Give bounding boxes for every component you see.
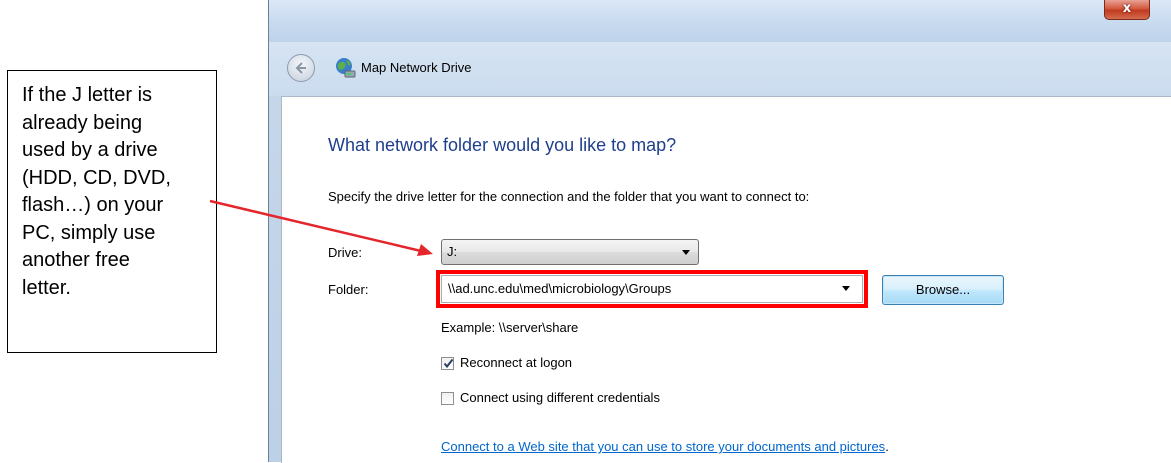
instructions-text: Specify the drive letter for the connect…: [328, 189, 810, 204]
close-button[interactable]: x: [1104, 0, 1150, 20]
map-network-drive-window: x Map Network Drive What network folder …: [268, 0, 1171, 463]
reconnect-checkbox[interactable]: [441, 357, 454, 370]
credentials-label[interactable]: Connect using different credentials: [460, 390, 660, 405]
checkmark-icon: [443, 358, 454, 369]
annotation-line: another free: [22, 249, 130, 271]
reconnect-label[interactable]: Reconnect at logon: [460, 355, 572, 370]
credentials-checkbox[interactable]: [441, 392, 454, 405]
network-drive-icon: [336, 58, 356, 78]
folder-value: \\ad.unc.edu\med\microbiology\Groups: [448, 281, 672, 296]
annotation-line: already being: [22, 111, 143, 134]
chevron-down-icon[interactable]: [842, 286, 850, 291]
back-arrow-icon: [295, 62, 306, 74]
browse-button[interactable]: Browse...: [882, 275, 1004, 305]
annotation-callout: If the J letter is already being used by…: [7, 70, 217, 353]
dialog-heading: What network folder would you like to ma…: [328, 135, 677, 155]
chevron-down-icon: [682, 250, 690, 255]
folder-label: Folder:: [328, 282, 369, 297]
window-title: Map Network Drive: [361, 60, 472, 75]
drive-select[interactable]: J:: [441, 239, 699, 265]
example-text: Example: \\server\share: [441, 320, 579, 335]
annotation-line: If the J letter is: [22, 84, 153, 106]
annotation-line: (HDD, CD, DVD,: [22, 166, 171, 189]
folder-input[interactable]: \\ad.unc.edu\med\microbiology\Groups: [441, 275, 863, 303]
drive-value: J:: [447, 244, 458, 259]
back-button[interactable]: [287, 54, 315, 82]
annotation-line: letter.: [22, 276, 71, 299]
web-site-link-row: Connect to a Web site that you can use t…: [441, 439, 889, 454]
navigation-bar: Map Network Drive: [269, 42, 1171, 96]
annotation-line: PC, simply use: [22, 221, 156, 244]
title-bar: x: [269, 0, 1171, 42]
link-period: .: [885, 439, 889, 454]
web-site-link[interactable]: Connect to a Web site that you can use t…: [441, 439, 885, 454]
drive-label: Drive:: [328, 245, 362, 260]
annotation-line: used by a drive: [22, 139, 158, 161]
annotation-line: flash…) on your: [22, 194, 164, 216]
dialog-content: What network folder would you like to ma…: [281, 96, 1171, 463]
